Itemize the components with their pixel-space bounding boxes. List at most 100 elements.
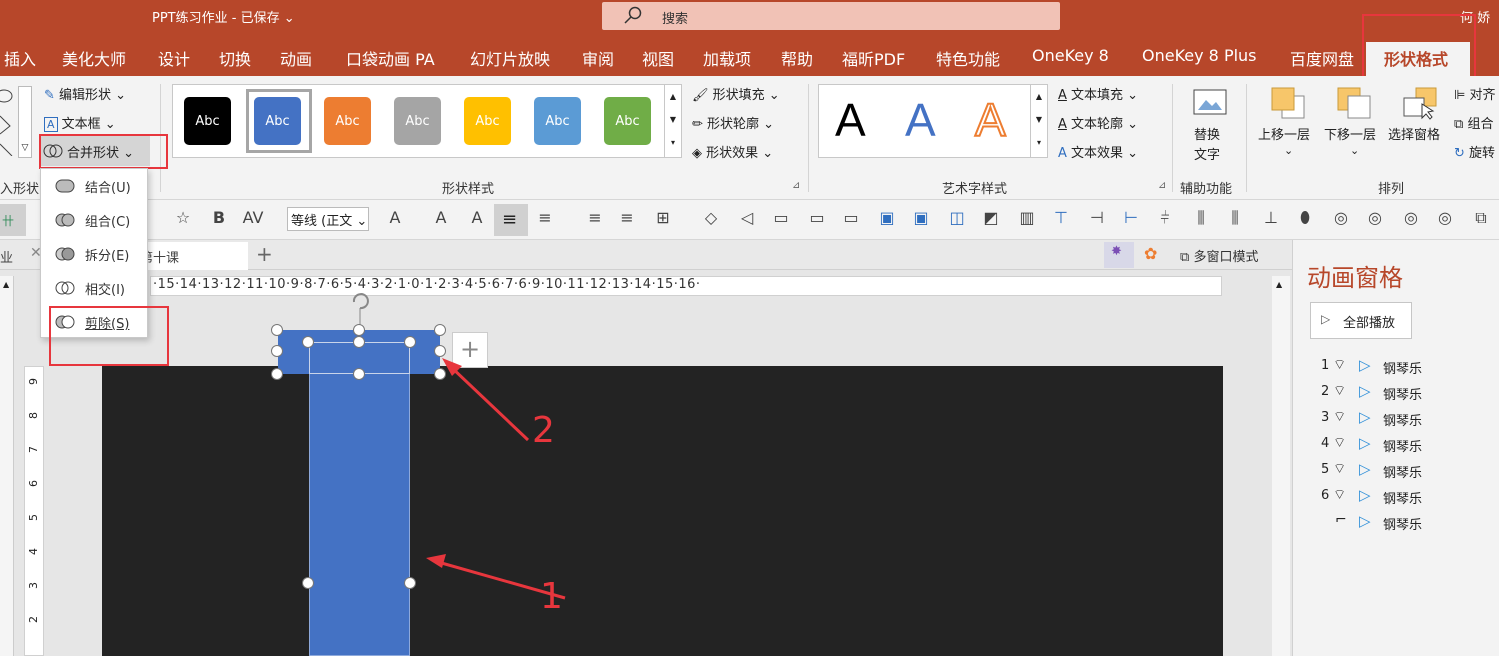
union-icon[interactable]: ⬮ bbox=[1294, 208, 1316, 230]
textbox-button[interactable]: A 文本框 ⌄ bbox=[44, 113, 116, 132]
resize-handle[interactable] bbox=[353, 336, 365, 348]
tab-transitions[interactable]: 切换 bbox=[219, 46, 251, 70]
chart-icon[interactable]: ▥ bbox=[1016, 208, 1038, 230]
bring-forward-button[interactable]: 上移一层 ⌄ bbox=[1256, 84, 1320, 168]
text-outline-button[interactable]: A 文本轮廓 ⌄ bbox=[1058, 113, 1138, 132]
tab-insert[interactable]: 插入 bbox=[4, 46, 36, 70]
shape-icon[interactable]: ◇ bbox=[700, 208, 722, 230]
resize-handle[interactable] bbox=[434, 324, 446, 336]
center-align-button[interactable]: ≡ bbox=[494, 204, 528, 236]
slide-canvas[interactable] bbox=[102, 366, 1223, 656]
resize-handle[interactable] bbox=[302, 577, 314, 589]
menu-item-union[interactable]: 结合(U) bbox=[41, 169, 147, 203]
resize-handle[interactable] bbox=[271, 368, 283, 380]
tab-review[interactable]: 审阅 bbox=[582, 46, 614, 70]
shape-rectangle-vertical[interactable] bbox=[309, 342, 410, 656]
animation-item[interactable]: 1 ⌔ ▷ 钢琴乐 bbox=[1321, 356, 1491, 380]
shape-outline-quick-icon[interactable]: 卄 bbox=[0, 204, 26, 236]
shape-style-gallery[interactable]: Abc Abc Abc Abc Abc Abc Abc bbox=[172, 84, 666, 158]
star-icon[interactable]: ☆ bbox=[172, 208, 194, 230]
style-gallery-scroll[interactable]: ▲ ▼ ▾ bbox=[664, 84, 682, 158]
gear-icon[interactable]: ✿ bbox=[1144, 244, 1157, 263]
selection-pane-button[interactable]: 选择窗格 bbox=[1388, 84, 1450, 168]
shape-effects-button[interactable]: ◈ 形状效果 ⌄ bbox=[692, 142, 773, 161]
align-bottom-icon[interactable]: ⊥ bbox=[1260, 208, 1282, 230]
send-backward-button[interactable]: 下移一层 ⌄ bbox=[1322, 84, 1386, 168]
table-icon[interactable]: ⊞ bbox=[652, 208, 674, 230]
dialog-launcher-icon[interactable]: ⊿ bbox=[792, 180, 800, 191]
tab-slideshow[interactable]: 幻灯片放映 bbox=[470, 46, 550, 70]
fragment-icon[interactable]: ◎ bbox=[1364, 208, 1386, 230]
combine-icon[interactable]: ◎ bbox=[1330, 208, 1352, 230]
rotate-button[interactable]: ↻ 旋转 bbox=[1454, 142, 1495, 161]
wordart-black[interactable]: A bbox=[835, 93, 866, 147]
edit-points-icon[interactable]: ◩ bbox=[980, 208, 1002, 230]
box-icon-2[interactable]: ▭ bbox=[806, 208, 828, 230]
document-title[interactable]: PPT练习作业 - 已保存 ⌄ bbox=[152, 7, 295, 26]
tab-onekey8[interactable]: OneKey 8 bbox=[1032, 46, 1109, 65]
tab-animations[interactable]: 动画 bbox=[280, 46, 312, 70]
align-left-edge-icon[interactable]: ⊢ bbox=[1120, 208, 1142, 230]
textbox-quick-icon[interactable]: ▣ bbox=[876, 208, 898, 230]
menu-item-fragment[interactable]: 拆分(E) bbox=[41, 237, 147, 271]
rotate-handle-icon[interactable] bbox=[346, 292, 374, 328]
resize-handle[interactable] bbox=[353, 324, 365, 336]
char-spacing-icon[interactable]: AV bbox=[238, 208, 268, 230]
edit-shape-button[interactable]: ✎ 编辑形状 ⌄ bbox=[44, 84, 126, 103]
resize-handle[interactable] bbox=[302, 336, 314, 348]
resize-handle[interactable] bbox=[271, 324, 283, 336]
intersect-icon[interactable]: ◎ bbox=[1400, 208, 1422, 230]
animation-item[interactable]: ⌐ ▷ 钢琴乐 bbox=[1321, 512, 1491, 536]
canvas-scrollbar[interactable]: ▲ bbox=[1272, 276, 1290, 656]
animation-item[interactable]: 4 ⌔ ▷ 钢琴乐 bbox=[1321, 434, 1491, 458]
align-left-icon[interactable]: ≡ bbox=[584, 208, 606, 230]
font-color-icon[interactable]: A bbox=[384, 208, 406, 230]
box-icon[interactable]: ▭ bbox=[770, 208, 792, 230]
wordart-gallery[interactable]: A A A bbox=[818, 84, 1032, 158]
bold-icon[interactable]: B bbox=[208, 208, 230, 230]
increase-font-icon[interactable]: A bbox=[430, 208, 452, 230]
align-right-edge-icon[interactable]: ⊣ bbox=[1086, 208, 1108, 230]
wordart-gallery-scroll[interactable]: ▲ ▼ ▾ bbox=[1030, 84, 1048, 158]
style-swatch-green[interactable]: Abc bbox=[604, 97, 651, 145]
group-quick-icon[interactable]: ⧉ bbox=[1470, 208, 1492, 230]
arrow-left-icon[interactable]: ◁ bbox=[736, 208, 758, 230]
shapes-quick-icon[interactable]: ◫ bbox=[946, 208, 968, 230]
resize-handle[interactable] bbox=[271, 345, 283, 357]
tab-view[interactable]: 视图 bbox=[642, 46, 674, 70]
animation-item[interactable]: 3 ⌔ ▷ 钢琴乐 bbox=[1321, 408, 1491, 432]
box-icon-3[interactable]: ▭ bbox=[840, 208, 862, 230]
tab-help[interactable]: 帮助 bbox=[781, 46, 813, 70]
shape-fill-button[interactable]: 🖌 形状填充 ⌄ bbox=[692, 84, 780, 103]
style-swatch-gray[interactable]: Abc bbox=[394, 97, 441, 145]
doc-tab-1[interactable]: 业 bbox=[0, 247, 13, 266]
resize-handle[interactable] bbox=[353, 368, 365, 380]
style-swatch-lightblue[interactable]: Abc bbox=[534, 97, 581, 145]
thumbnail-scrollbar[interactable]: ▲ bbox=[0, 276, 14, 656]
tab-pocket-animation[interactable]: 口袋动画 PA bbox=[346, 46, 435, 70]
dialog-launcher-icon[interactable]: ⊿ bbox=[1158, 180, 1166, 191]
resize-handle[interactable] bbox=[404, 336, 416, 348]
add-tab-icon[interactable]: + bbox=[256, 242, 273, 266]
shape-gallery-scroll[interactable]: ▽ bbox=[18, 86, 32, 158]
distribute-v-icon[interactable]: ⫼ bbox=[1224, 208, 1246, 230]
style-swatch-gold[interactable]: Abc bbox=[464, 97, 511, 145]
shape-outline-button[interactable]: ✏ 形状轮廓 ⌄ bbox=[692, 113, 774, 132]
textbox-quick-icon-2[interactable]: ▣ bbox=[910, 208, 932, 230]
justify-icon[interactable]: ≡ bbox=[534, 208, 556, 230]
style-swatch-orange[interactable]: Abc bbox=[324, 97, 371, 145]
text-effects-button[interactable]: A 文本效果 ⌄ bbox=[1058, 142, 1138, 161]
text-fill-button[interactable]: A 文本填充 ⌄ bbox=[1058, 84, 1138, 103]
font-name-select[interactable]: 等线 (正文 ⌄ bbox=[287, 207, 369, 231]
wordart-blue[interactable]: A bbox=[905, 93, 936, 147]
multi-window-button[interactable]: ⧉ 多窗口模式 bbox=[1180, 246, 1258, 265]
tab-foxit-pdf[interactable]: 福昕PDF bbox=[842, 46, 905, 70]
tab-design[interactable]: 设计 bbox=[158, 46, 190, 70]
tab-addins[interactable]: 加载项 bbox=[703, 46, 751, 70]
align-right-icon[interactable]: ≡ bbox=[616, 208, 638, 230]
alt-text-button[interactable]: 替换 文字 bbox=[1184, 84, 1236, 168]
tab-baidu-netdisk[interactable]: 百度网盘 bbox=[1290, 46, 1354, 70]
style-swatch-black[interactable]: Abc bbox=[184, 97, 231, 145]
menu-item-combine[interactable]: 组合(C) bbox=[41, 203, 147, 237]
animation-item[interactable]: 6 ⌔ ▷ 钢琴乐 bbox=[1321, 486, 1491, 510]
